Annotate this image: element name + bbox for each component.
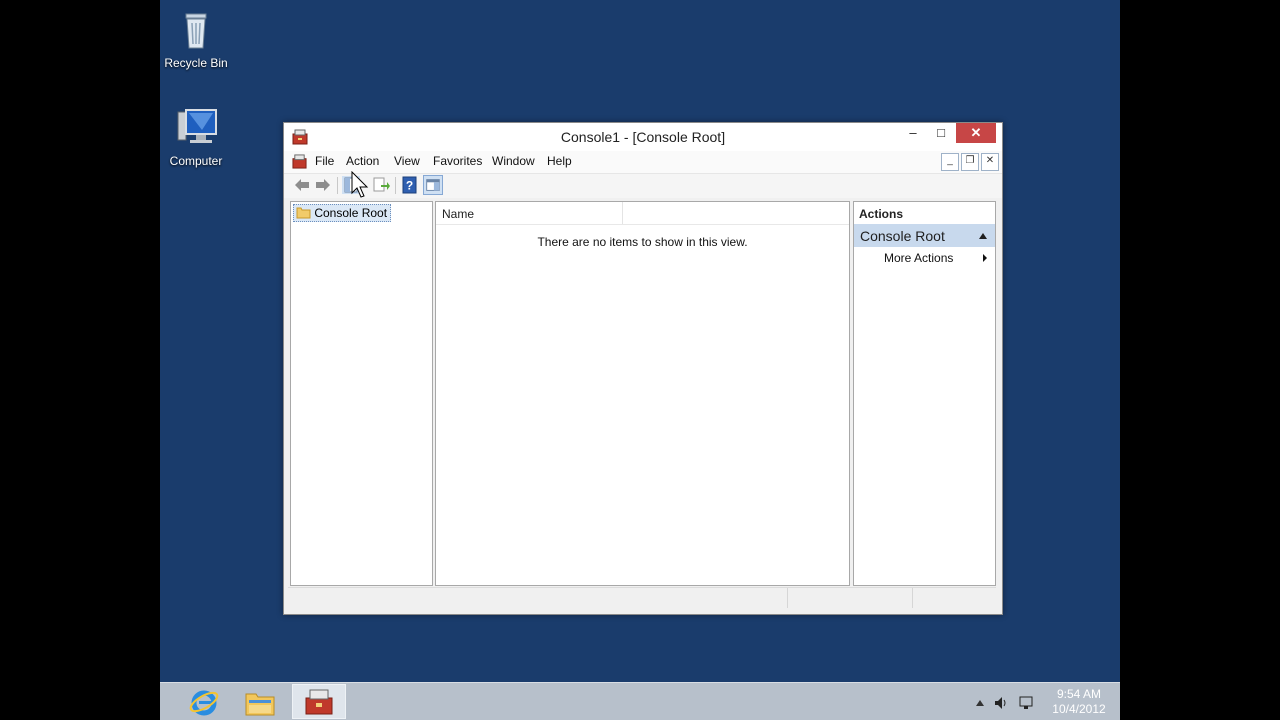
action-label: More Actions — [884, 251, 954, 265]
menu-help[interactable]: Help — [547, 154, 572, 168]
toolbar: ? — [284, 174, 1002, 198]
taskbar-app-file-explorer[interactable] — [240, 685, 280, 719]
clock-date: 10/4/2012 — [1052, 702, 1106, 716]
mdi-restore-button[interactable]: ❐ — [961, 153, 979, 171]
column-divider — [622, 202, 623, 224]
volume-icon[interactable] — [993, 695, 1009, 711]
tree-item-label: Console Root — [314, 206, 388, 220]
back-arrow-icon[interactable] — [293, 176, 311, 194]
desktop: Recycle Bin Computer Console1 - [Console… — [160, 0, 1120, 720]
taskbar: 9:54 AM 10/4/2012 — [160, 682, 1120, 720]
column-header-name[interactable]: Name — [442, 207, 474, 221]
forward-arrow-icon[interactable] — [314, 176, 332, 194]
menu-bar: File Action View Favorites Window Help _… — [284, 151, 1002, 174]
submenu-arrow-icon — [983, 254, 987, 262]
menu-view[interactable]: View — [394, 154, 420, 168]
desktop-icon-label: Recycle Bin — [164, 56, 228, 70]
taskbar-app-mmc[interactable] — [292, 684, 346, 719]
mmc-toolbox-icon — [305, 689, 333, 715]
mmc-window: Console1 - [Console Root] – □ ✕ File Act… — [283, 122, 1003, 615]
svg-text:?: ? — [406, 179, 413, 193]
console-tree-pane[interactable]: Console Root — [290, 201, 433, 586]
toolbar-separator — [337, 177, 338, 194]
menu-file[interactable]: File — [315, 154, 334, 168]
taskbar-app-internet-explorer[interactable] — [184, 685, 224, 719]
help-icon[interactable]: ? — [401, 176, 419, 194]
close-button[interactable]: ✕ — [956, 123, 996, 143]
network-icon[interactable] — [1018, 695, 1034, 711]
desktop-icon-label: Computer — [169, 154, 223, 168]
menu-favorites[interactable]: Favorites — [433, 154, 482, 168]
show-hidden-icons-icon[interactable] — [975, 699, 985, 707]
collapse-up-icon[interactable] — [978, 232, 988, 240]
toolbar-separator — [395, 177, 396, 194]
maximize-button[interactable]: □ — [928, 123, 954, 143]
empty-list-message: There are no items to show in this view. — [537, 235, 748, 249]
computer-icon — [177, 109, 217, 143]
action-more-actions[interactable]: More Actions — [854, 250, 995, 268]
menu-action[interactable]: Action — [346, 154, 379, 168]
list-header: Name — [436, 202, 849, 225]
internet-explorer-icon — [189, 690, 219, 716]
mdi-close-button[interactable]: ✕ — [981, 153, 999, 171]
clock[interactable]: 9:54 AM 10/4/2012 — [1040, 687, 1118, 717]
desktop-icon-recycle-bin[interactable]: Recycle Bin — [160, 6, 236, 70]
menu-window[interactable]: Window — [492, 154, 535, 168]
status-divider — [912, 588, 913, 608]
actions-section-label: Console Root — [860, 228, 945, 244]
actions-section-header[interactable]: Console Root — [854, 224, 995, 247]
mdi-minimize-button[interactable]: _ — [941, 153, 959, 171]
export-list-icon[interactable] — [372, 176, 390, 194]
actions-header: Actions — [859, 207, 904, 221]
status-bar — [288, 587, 996, 608]
file-explorer-icon — [245, 693, 275, 716]
title-bar[interactable]: Console1 - [Console Root] – □ ✕ — [284, 123, 1002, 151]
minimize-button[interactable]: – — [900, 123, 926, 143]
results-pane[interactable]: Name There are no items to show in this … — [435, 201, 850, 586]
tree-item-console-root[interactable]: Console Root — [293, 204, 392, 222]
clock-time: 9:54 AM — [1056, 687, 1102, 701]
show-hide-action-pane-icon[interactable] — [423, 175, 443, 195]
mouse-pointer-icon — [351, 171, 369, 198]
window-title: Console1 - [Console Root] — [560, 129, 726, 145]
recycle-bin-icon — [185, 13, 207, 49]
status-divider — [787, 588, 788, 608]
mmc-toolbox-icon — [292, 154, 307, 169]
actions-pane: Actions Console Root More Actions — [853, 201, 996, 586]
folder-icon — [296, 207, 311, 219]
desktop-icon-computer[interactable]: Computer — [160, 104, 236, 168]
